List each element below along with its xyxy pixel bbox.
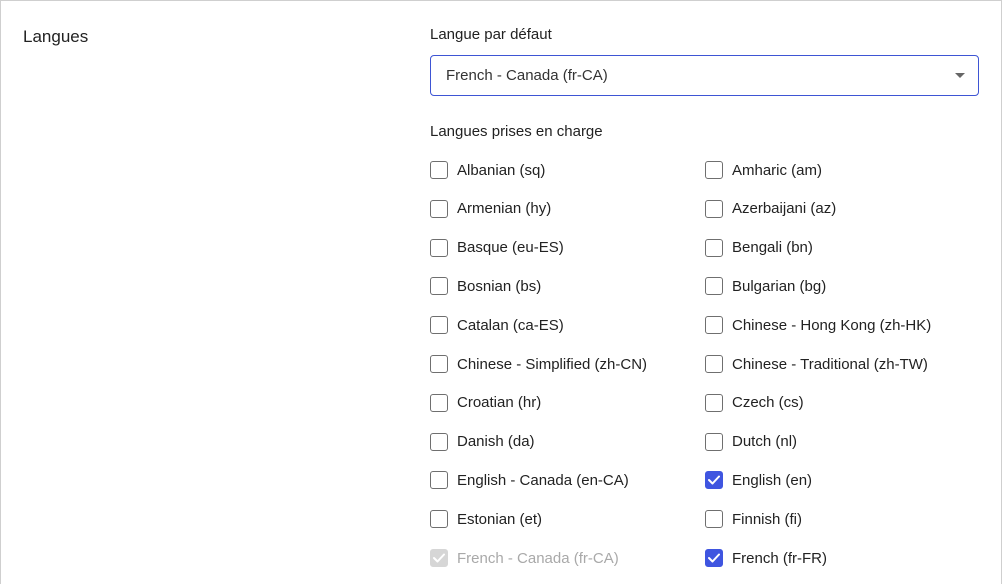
checkmark-icon [708,553,720,563]
checkbox[interactable] [705,238,723,257]
language-label: Chinese - Simplified (zh-CN) [457,355,648,373]
language-label: French - Canada (fr-CA) [457,549,619,567]
language-label: Bulgarian (bg) [732,277,827,295]
language-checkbox-row[interactable]: English (en) [705,467,812,493]
language-label: Amharic (am) [732,161,823,179]
default-language-select[interactable]: French - Canada (fr-CA) [430,55,979,96]
language-label: Estonian (et) [457,510,543,528]
language-checkbox-row[interactable]: Finnish (fi) [705,506,802,532]
default-language-label: Langue par défaut [430,26,552,43]
chevron-down-icon [955,73,965,78]
section-title: Langues [23,27,89,46]
language-label: Finnish (fi) [732,510,803,528]
language-checkbox-row[interactable]: Dutch (nl) [705,429,797,455]
checkbox[interactable] [705,393,723,412]
checkbox[interactable] [430,277,448,296]
language-label: Azerbaijani (az) [732,200,837,218]
language-label: Croatian (hr) [457,394,542,412]
language-checkbox-row[interactable]: Albanian (sq) [430,157,545,183]
checkbox[interactable] [705,355,723,373]
language-label: Bengali (bn) [732,239,813,257]
language-checkbox-row[interactable]: Catalan (ca-ES) [430,312,564,338]
checkbox[interactable] [430,393,448,412]
language-label: English - Canada (en-CA) [457,471,629,489]
checkbox [430,549,448,567]
language-label: Danish (da) [457,433,535,451]
checkbox[interactable] [705,199,723,218]
language-checkbox-row[interactable]: Czech (cs) [705,390,804,416]
checkbox[interactable] [430,355,448,373]
language-label: Chinese - Hong Kong (zh-HK) [732,316,932,334]
checkbox[interactable] [430,432,448,451]
checkbox[interactable] [705,161,723,179]
checkbox[interactable] [705,549,723,567]
checkbox[interactable] [705,316,723,335]
language-label: English (en) [732,471,813,489]
checkbox[interactable] [430,199,448,218]
language-label: Basque (eu-ES) [457,239,564,257]
language-checkbox-row[interactable]: Basque (eu-ES) [430,235,564,261]
language-checkbox-row[interactable]: Bosnian (bs) [430,273,541,299]
language-checkbox-row[interactable]: Croatian (hr) [430,390,541,416]
language-checkbox-row[interactable]: English - Canada (en-CA) [430,467,629,493]
checkbox[interactable] [430,161,448,179]
checkbox[interactable] [430,316,448,335]
language-checkbox-row[interactable]: Azerbaijani (az) [705,196,836,222]
language-checkbox-row[interactable]: Amharic (am) [705,157,822,183]
language-checkbox-row[interactable]: Chinese - Simplified (zh-CN) [430,351,647,377]
checkbox[interactable] [705,510,723,529]
language-checkbox-row[interactable]: French (fr-FR) [705,545,827,571]
language-checkbox-row[interactable]: Bulgarian (bg) [705,273,826,299]
language-checkbox-row: French - Canada (fr-CA) [430,545,619,571]
checkbox[interactable] [430,471,448,490]
checkbox[interactable] [705,432,723,451]
language-checkbox-row[interactable]: Chinese - Hong Kong (zh-HK) [705,312,931,338]
checkbox[interactable] [430,238,448,257]
language-checkbox-row[interactable]: Armenian (hy) [430,196,551,222]
language-checkbox-row[interactable]: Chinese - Traditional (zh-TW) [705,351,928,377]
default-language-value: French - Canada (fr-CA) [446,67,608,84]
language-label: Czech (cs) [732,394,804,412]
checkbox[interactable] [705,277,723,296]
language-label: Catalan (ca-ES) [457,316,564,334]
language-label: Albanian (sq) [457,161,546,179]
language-checkbox-row[interactable]: Estonian (et) [430,506,542,532]
supported-languages-label: Langues prises en charge [430,123,603,140]
checkbox[interactable] [430,510,448,529]
checkbox[interactable] [705,471,723,490]
language-checkbox-row[interactable]: Danish (da) [430,429,535,455]
language-label: Chinese - Traditional (zh-TW) [732,355,928,373]
checkmark-icon [433,553,445,563]
languages-settings-panel: Langues Langue par défaut French - Canad… [0,0,1002,584]
language-checkbox-row[interactable]: Bengali (bn) [705,235,813,261]
language-label: French (fr-FR) [732,549,827,567]
language-label: Dutch (nl) [732,433,798,451]
checkmark-icon [708,475,720,485]
language-label: Armenian (hy) [457,200,552,218]
language-label: Bosnian (bs) [457,277,542,295]
